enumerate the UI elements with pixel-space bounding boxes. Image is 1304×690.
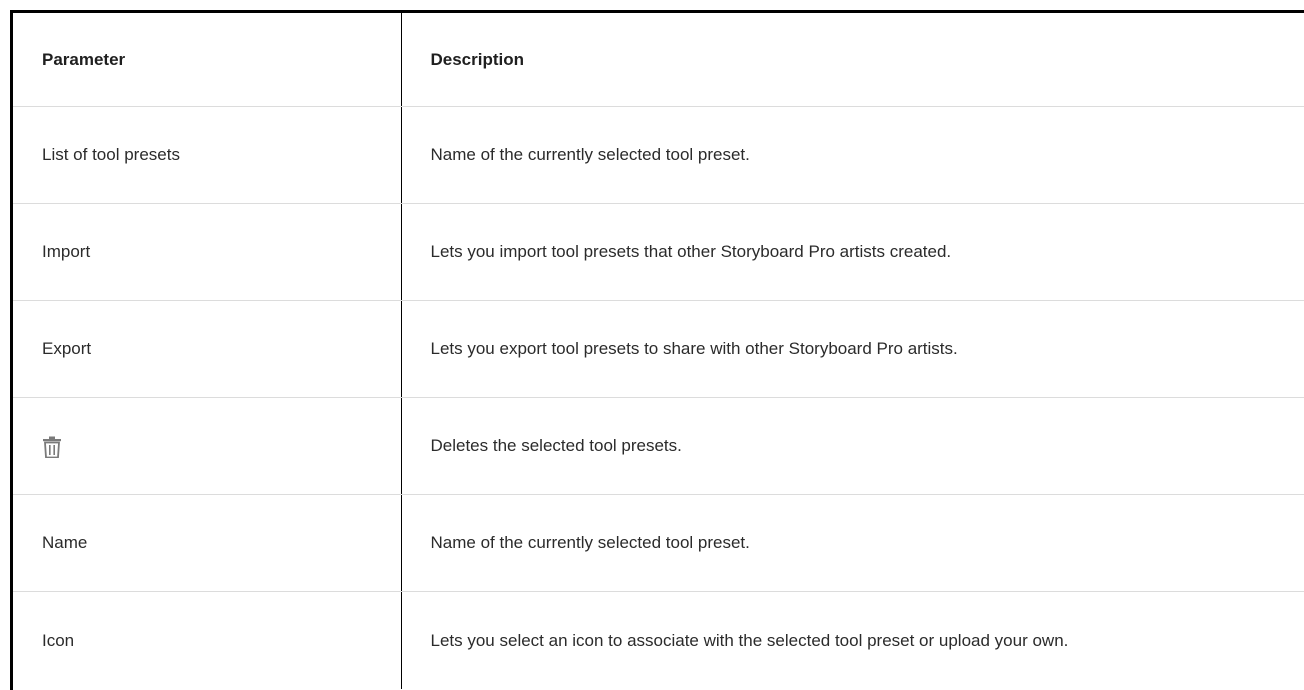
table-row: Export Lets you export tool presets to s… — [13, 300, 1304, 398]
trash-icon — [43, 436, 61, 458]
parameter-cell — [13, 397, 402, 495]
parameter-cell: Name — [13, 494, 402, 592]
parameter-cell: Import — [13, 203, 402, 301]
table-row: Icon Lets you select an icon to associat… — [13, 591, 1304, 689]
table-row: Deletes the selected tool presets. — [13, 397, 1304, 495]
table-row: Name Name of the currently selected tool… — [13, 494, 1304, 592]
description-cell: Name of the currently selected tool pres… — [401, 494, 1304, 592]
description-cell: Lets you import tool presets that other … — [401, 203, 1304, 301]
description-cell: Lets you export tool presets to share wi… — [401, 300, 1304, 398]
description-cell: Name of the currently selected tool pres… — [401, 106, 1304, 204]
parameter-table: Parameter Description List of tool prese… — [13, 13, 1304, 689]
parameter-cell: Export — [13, 300, 402, 398]
table-row: List of tool presets Name of the current… — [13, 106, 1304, 204]
header-parameter: Parameter — [13, 13, 402, 107]
table-row: Import Lets you import tool presets that… — [13, 203, 1304, 301]
parameter-cell: List of tool presets — [13, 106, 402, 204]
parameter-table-container: Parameter Description List of tool prese… — [0, 0, 1304, 690]
parameter-cell: Icon — [13, 591, 402, 689]
description-cell: Lets you select an icon to associate wit… — [430, 630, 1069, 650]
description-cell: Deletes the selected tool presets. — [401, 397, 1304, 495]
header-description: Description — [401, 13, 1304, 107]
table-header-row: Parameter Description — [13, 13, 1304, 107]
